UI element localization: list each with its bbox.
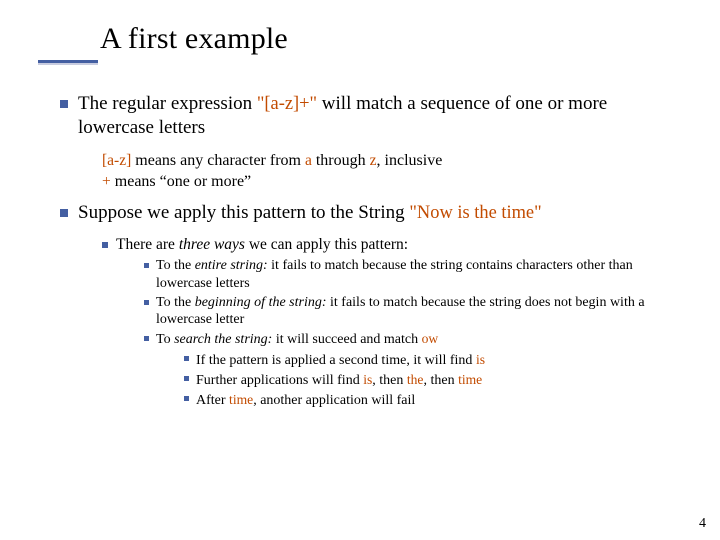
bullet-second-time: If the pattern is applied a second time,…	[184, 351, 684, 370]
text: means any character from	[131, 152, 305, 169]
text: , inclusive	[377, 152, 443, 169]
slide-body: The regular expression "[a-z]+" will mat…	[60, 92, 684, 412]
text: , another application will fail	[253, 393, 415, 408]
slide-number: 4	[699, 516, 706, 532]
square-bullet-icon	[184, 356, 189, 361]
bullet-further: Further applications will find is, then …	[184, 371, 684, 390]
italic-text: entire string:	[195, 258, 268, 273]
title-accent-shadow	[38, 63, 98, 65]
text: There are	[116, 236, 179, 253]
text: , then	[423, 373, 458, 388]
square-bullet-icon	[60, 209, 68, 217]
text: The regular expression	[78, 93, 257, 114]
code-time: time	[229, 392, 253, 407]
text: Further applications will find	[196, 373, 363, 388]
text: , then	[372, 373, 407, 388]
text: means “one or more”	[111, 173, 251, 190]
code-is: is	[363, 372, 372, 387]
code-a: a	[305, 152, 312, 169]
italic-text: search the string:	[174, 332, 272, 347]
code-charclass: [a-z]	[102, 152, 131, 169]
text: To	[156, 332, 174, 347]
code-is: is	[476, 352, 485, 367]
slide-title: A first example	[100, 22, 720, 56]
text: we can apply this pattern:	[245, 236, 408, 253]
bullet-regex-intro: The regular expression "[a-z]+" will mat…	[60, 92, 684, 141]
slide-title-area: A first example	[38, 0, 720, 56]
text: After	[196, 393, 229, 408]
bullet-beginning-string: To the beginning of the string: it fails…	[144, 294, 684, 330]
text: To the	[156, 295, 195, 310]
square-bullet-icon	[184, 396, 189, 401]
code-string: "Now is the time"	[409, 202, 541, 222]
bullet-three-ways: There are three ways we can apply this p…	[102, 235, 684, 412]
italic-text: three ways	[179, 236, 245, 253]
square-bullet-icon	[102, 242, 108, 248]
code-plus: +	[102, 173, 111, 190]
square-bullet-icon	[144, 336, 149, 341]
square-bullet-icon	[184, 376, 189, 381]
text: To the	[156, 258, 195, 273]
code-regex: "[a-z]+"	[257, 93, 317, 113]
text: through	[312, 152, 370, 169]
bullet-search-string: To search the string: it will succeed an…	[144, 330, 684, 411]
square-bullet-icon	[60, 100, 68, 108]
sub-bullet-plus-meaning: + means “one or more”	[102, 172, 684, 192]
text: it will succeed and match	[272, 332, 421, 347]
text: Suppose we apply this pattern to the Str…	[78, 202, 409, 223]
bullet-after: After time, another application will fai…	[184, 391, 684, 410]
bullet-entire-string: To the entire string: it fails to match …	[144, 257, 684, 293]
code-time: time	[458, 372, 482, 387]
text: If the pattern is applied a second time,…	[196, 353, 476, 368]
bullet-apply-pattern: Suppose we apply this pattern to the Str…	[60, 201, 684, 225]
italic-text: beginning of the string:	[195, 295, 327, 310]
sub-bullet-az-meaning: [a-z] means any character from a through…	[102, 151, 684, 171]
square-bullet-icon	[144, 300, 149, 305]
code-the: the	[407, 372, 424, 387]
code-z: z	[370, 152, 377, 169]
code-ow: ow	[422, 331, 439, 346]
square-bullet-icon	[144, 263, 149, 268]
